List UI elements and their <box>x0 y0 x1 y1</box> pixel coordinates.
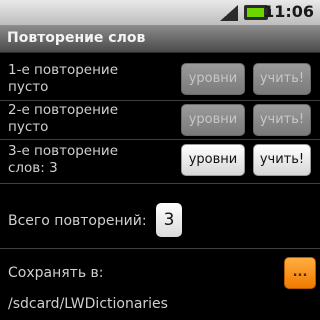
divider <box>0 248 320 249</box>
levels-button-2[interactable]: уровни <box>181 104 245 136</box>
repetition-title: 1-е повторение <box>8 62 119 78</box>
repetition-status: пусто <box>8 119 49 135</box>
levels-button-3[interactable]: уровни <box>181 144 245 176</box>
repetition-row-3: 3-е повторение слов: 3 уровни учить! <box>0 140 320 184</box>
title-bar: Повторение слов <box>0 26 320 53</box>
page-title: Повторение слов <box>7 30 146 46</box>
repetition-status: пусто <box>8 79 49 95</box>
levels-button-1[interactable]: уровни <box>181 63 245 95</box>
learn-button-3[interactable]: учить! <box>253 144 311 176</box>
browse-folder-button[interactable]: ... <box>284 257 316 289</box>
repetition-title: 2-е повторение <box>8 102 119 118</box>
signal-icon: x <box>220 5 238 21</box>
svg-text:x: x <box>222 9 227 18</box>
repetition-row-1: 1-е повторение пусто уровни учить! <box>0 56 320 100</box>
repetition-status: слов: 3 <box>8 160 58 176</box>
repetition-label-3: 3-е повторение слов: 3 <box>8 143 118 177</box>
total-repetitions-value[interactable]: 3 <box>156 203 182 237</box>
divider <box>0 183 320 184</box>
repetition-title: 3-е повторение <box>8 143 119 159</box>
learn-button-2[interactable]: учить! <box>253 104 311 136</box>
repetition-label-2: 2-е повторение пусто <box>8 102 118 136</box>
total-repetitions-label: Всего повторений: <box>8 213 147 229</box>
save-location-label: Сохранять в: <box>8 265 104 281</box>
status-bar: x 11:06 <box>0 0 320 26</box>
save-path-value: /sdcard/LWDictionaries <box>8 296 168 312</box>
learn-button-1[interactable]: учить! <box>253 63 311 95</box>
repetition-label-1: 1-е повторение пусто <box>8 62 118 96</box>
clock: 11:06 <box>263 2 314 21</box>
